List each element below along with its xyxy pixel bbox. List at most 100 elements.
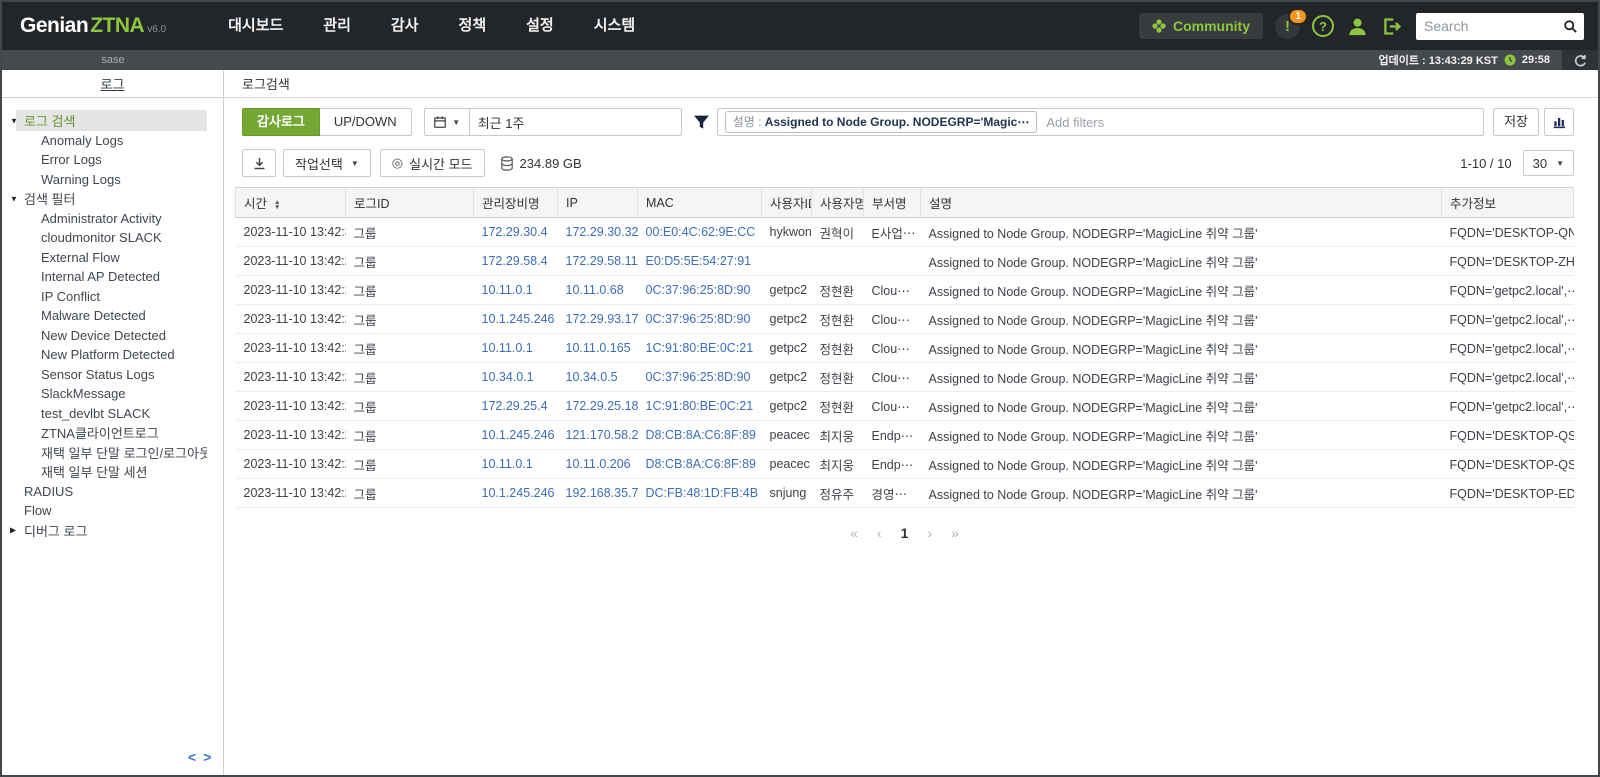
table-row[interactable]: 2023-11-10 13:42:31그룹172.29.30.4172.29.3… xyxy=(235,217,1574,247)
table-row[interactable]: 2023-11-10 13:42:27그룹10.11.0.110.11.0.68… xyxy=(235,275,1574,305)
sidebar-item[interactable]: New Device Detected xyxy=(2,326,223,346)
cell-device-name[interactable]: 172.29.58.4 xyxy=(473,246,558,276)
prev-page-button[interactable]: ‹ xyxy=(877,525,882,541)
page-size-select[interactable]: 30 ▼ xyxy=(1522,150,1574,176)
collapse-left-icon[interactable]: < xyxy=(188,749,196,765)
column-header-log-id[interactable]: 로그ID xyxy=(345,187,474,218)
cell-ip[interactable]: 172.29.25.183 xyxy=(557,391,638,421)
next-page-button[interactable]: › xyxy=(927,525,932,541)
site-name[interactable]: sase xyxy=(2,54,224,66)
sidebar-item[interactable]: External Flow xyxy=(2,248,223,268)
table-row[interactable]: 2023-11-10 13:42:27그룹10.34.0.110.34.0.50… xyxy=(235,362,1574,392)
filter-input-box[interactable]: 설명 : Assigned to Node Group. NODEGRP='Ma… xyxy=(716,108,1485,136)
help-icon[interactable]: ? xyxy=(1312,15,1334,37)
filter-funnel-icon[interactable] xyxy=(693,115,710,130)
sidebar-item[interactable]: Flow xyxy=(2,501,223,521)
menu-item-audit[interactable]: 감사 xyxy=(371,2,439,50)
cell-device-name[interactable]: 172.29.30.4 xyxy=(473,217,558,247)
user-icon[interactable] xyxy=(1346,15,1369,38)
cell-mac[interactable]: DC:FB:48:1D:FB:4B xyxy=(637,478,762,508)
sidebar-item[interactable]: cloudmonitor SLACK xyxy=(2,228,223,248)
save-button[interactable]: 저장 xyxy=(1493,108,1539,136)
add-filters-placeholder[interactable]: Add filters xyxy=(1046,115,1104,130)
logout-icon[interactable] xyxy=(1381,16,1402,37)
cell-mac[interactable]: 1C:91:80:BE:0C:21 xyxy=(637,333,762,363)
sidebar-item[interactable]: Sensor Status Logs xyxy=(2,365,223,385)
cell-ip[interactable]: 192.168.35.77 xyxy=(557,478,638,508)
menu-item-settings[interactable]: 설정 xyxy=(506,2,574,50)
column-header-description[interactable]: 설명 xyxy=(920,187,1442,218)
community-button[interactable]: Community xyxy=(1139,13,1263,39)
column-header-time[interactable]: 시간 ▲ ▼ xyxy=(235,187,346,218)
column-header-device-name[interactable]: 관리장비명 xyxy=(473,187,558,218)
cell-ip[interactable]: 10.34.0.5 xyxy=(557,362,638,392)
sort-icon[interactable]: ▲ ▼ xyxy=(274,199,280,211)
cell-mac[interactable]: D8:CB:8A:C6:8F:89 xyxy=(637,420,762,450)
cell-mac[interactable]: 0C:37:96:25:8D:90 xyxy=(637,362,762,392)
table-row[interactable]: 2023-11-10 13:42:27그룹172.29.25.4172.29.2… xyxy=(235,391,1574,421)
cell-device-name[interactable]: 10.11.0.1 xyxy=(473,449,558,479)
cell-mac[interactable]: 1C:91:80:BE:0C:21 xyxy=(637,391,762,421)
cell-ip[interactable]: 10.11.0.206 xyxy=(557,449,638,479)
cell-device-name[interactable]: 10.34.0.1 xyxy=(473,362,558,392)
column-header-user-id[interactable]: 사용자ID xyxy=(761,187,812,218)
sidebar-item[interactable]: test_devlbt SLACK xyxy=(2,404,223,424)
table-row[interactable]: 2023-11-10 13:42:27그룹172.29.58.4172.29.5… xyxy=(235,246,1574,276)
sidebar-item[interactable]: ▶ 디버그 로그 xyxy=(2,521,223,541)
current-page[interactable]: 1 xyxy=(901,525,909,541)
date-range-input[interactable]: 최근 1주 xyxy=(469,108,682,136)
sidebar-item[interactable]: Malware Detected xyxy=(2,306,223,326)
cell-ip[interactable]: 172.29.93.177 xyxy=(557,304,638,334)
sidebar-item[interactable]: 재택 일부 단말 로그인/로그아웃 xyxy=(2,443,223,463)
realtime-mode-button[interactable]: ◎ 실시간 모드 xyxy=(379,149,485,177)
sidebar-item[interactable]: Anomaly Logs xyxy=(2,131,223,151)
column-header-mac[interactable]: MAC xyxy=(637,187,762,218)
sidebar-item[interactable]: Internal AP Detected xyxy=(2,267,223,287)
column-header-ip[interactable]: IP xyxy=(557,187,638,218)
search-icon[interactable] xyxy=(1563,19,1578,34)
table-row[interactable]: 2023-11-10 13:42:27그룹10.1.245.246172.29.… xyxy=(235,304,1574,334)
cell-ip[interactable]: 121.170.58.242 xyxy=(557,420,638,450)
menu-item-management[interactable]: 관리 xyxy=(303,2,371,50)
chevron-down-icon[interactable]: ▼ xyxy=(10,194,18,203)
menu-item-dashboard[interactable]: 대시보드 xyxy=(208,2,303,50)
sidebar-item[interactable]: ▼ 로그 검색 xyxy=(2,110,223,132)
cell-ip[interactable]: 172.29.30.32 xyxy=(557,217,638,247)
chart-view-button[interactable] xyxy=(1544,108,1574,136)
table-row[interactable]: 2023-11-10 13:42:25그룹10.1.245.246192.168… xyxy=(235,478,1574,508)
download-button[interactable] xyxy=(242,149,276,177)
cell-mac[interactable]: 00:E0:4C:62:9E:CC xyxy=(637,217,762,247)
menu-item-system[interactable]: 시스템 xyxy=(574,2,655,50)
cell-mac[interactable]: 0C:37:96:25:8D:90 xyxy=(637,275,762,305)
chevron-down-icon[interactable]: ▼ xyxy=(10,116,18,125)
cell-device-name[interactable]: 10.11.0.1 xyxy=(473,333,558,363)
table-row[interactable]: 2023-11-10 13:42:26그룹10.11.0.110.11.0.20… xyxy=(235,449,1574,479)
refresh-button[interactable] xyxy=(1562,50,1598,70)
log-type-updown-button[interactable]: UP/DOWN xyxy=(319,108,412,136)
brand-logo[interactable]: Genian ZTNA v6.0 xyxy=(20,14,166,38)
cell-device-name[interactable]: 10.11.0.1 xyxy=(473,275,558,305)
calendar-button[interactable]: ▼ xyxy=(423,108,470,136)
filter-tag[interactable]: 설명 : Assigned to Node Group. NODEGRP='Ma… xyxy=(724,111,1038,133)
cell-mac[interactable]: 0C:37:96:25:8D:90 xyxy=(637,304,762,334)
menu-item-policy[interactable]: 정책 xyxy=(439,2,507,50)
sidebar-item[interactable]: 재택 일부 단말 세션 xyxy=(2,462,223,482)
sidebar-item[interactable]: SlackMessage xyxy=(2,384,223,404)
column-header-user-name[interactable]: 사용자명 xyxy=(811,187,864,218)
column-header-extra-info[interactable]: 추가정보 xyxy=(1441,187,1574,218)
table-row[interactable]: 2023-11-10 13:42:27그룹10.11.0.110.11.0.16… xyxy=(235,333,1574,363)
log-type-audit-button[interactable]: 감사로그 xyxy=(242,108,320,136)
sidebar-item[interactable]: ZTNA클라이언트로그 xyxy=(2,423,223,443)
sidebar-item[interactable]: RADIUS xyxy=(2,482,223,502)
search-input[interactable] xyxy=(1424,18,1563,34)
cell-ip[interactable]: 10.11.0.68 xyxy=(557,275,638,305)
cell-device-name[interactable]: 10.1.245.246 xyxy=(473,420,558,450)
sidebar-title-link[interactable]: 로그 xyxy=(101,74,125,93)
chevron-right-icon[interactable]: ▶ xyxy=(10,526,16,535)
column-header-dept[interactable]: 부서명 xyxy=(863,187,921,218)
table-row[interactable]: 2023-11-10 13:42:26그룹10.1.245.246121.170… xyxy=(235,420,1574,450)
cell-ip[interactable]: 172.29.58.111 xyxy=(557,246,638,276)
last-page-button[interactable]: » xyxy=(951,525,959,541)
task-select-dropdown[interactable]: 작업선택 ▼ xyxy=(283,149,371,177)
cell-ip[interactable]: 10.11.0.165 xyxy=(557,333,638,363)
